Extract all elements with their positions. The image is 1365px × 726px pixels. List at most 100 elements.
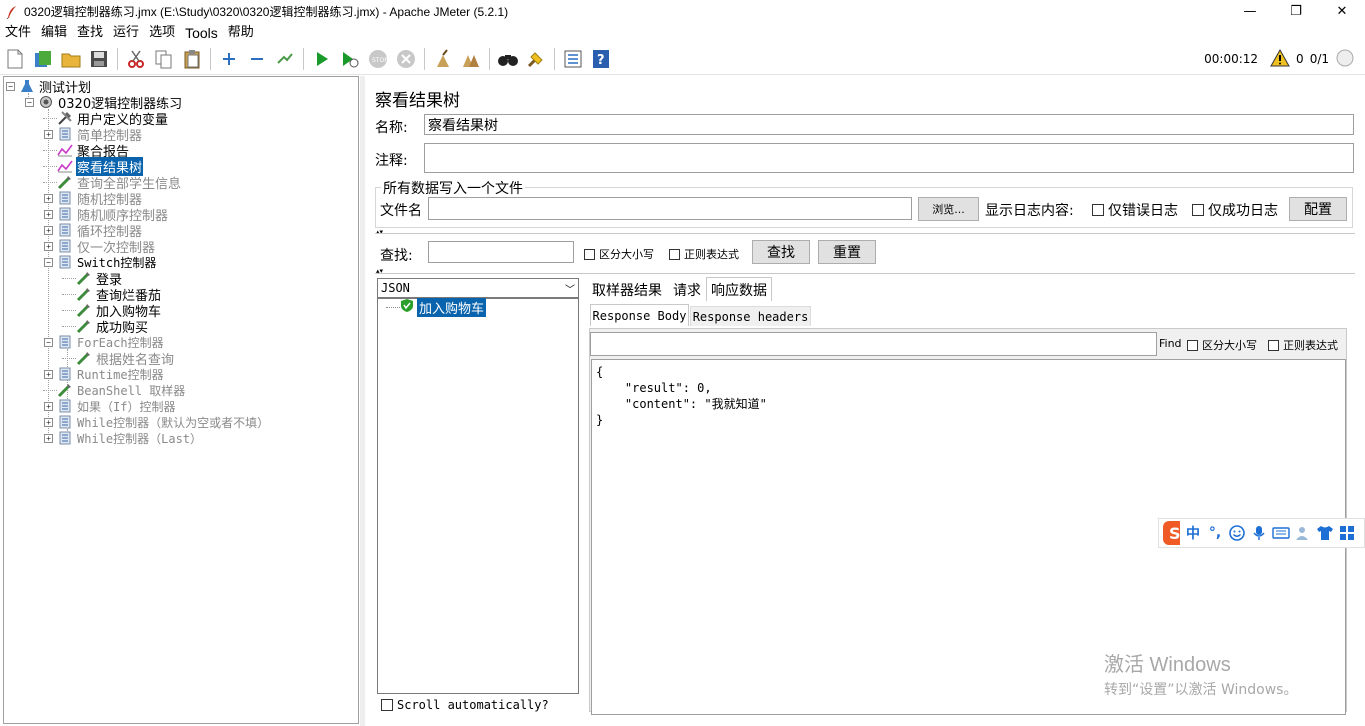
start-no-pause-icon[interactable] (338, 47, 362, 71)
comment-field[interactable] (424, 143, 1354, 173)
scroll-automatically-box[interactable] (381, 699, 393, 711)
collapse-node-icon[interactable]: − (44, 257, 53, 267)
tab-sampler-result[interactable]: 取样器结果 (589, 279, 665, 301)
menu-help[interactable]: 帮助 (223, 23, 259, 43)
start-icon[interactable] (310, 47, 334, 71)
function-helper-icon[interactable] (561, 47, 585, 71)
response-regex-box[interactable] (1268, 339, 1279, 351)
response-find-field[interactable] (590, 332, 1157, 356)
menu-file[interactable]: 文件 (0, 23, 36, 43)
clear-icon[interactable] (431, 47, 455, 71)
case-sensitive-checkbox[interactable]: 区分大小写 (584, 246, 654, 262)
copy-icon[interactable] (152, 47, 176, 71)
filename-field[interactable] (428, 197, 912, 220)
tab-response-headers[interactable]: Response headers (690, 306, 811, 326)
errors-only-box[interactable] (1092, 204, 1104, 216)
minimize-button[interactable]: — (1227, 0, 1273, 23)
errors-only-checkbox[interactable]: 仅错误日志 (1092, 200, 1178, 220)
tree-node[interactable]: + 如果（If）控制器 (44, 398, 176, 414)
expand-node-icon[interactable]: + (44, 129, 53, 139)
response-regex-label: 正则表达式 (1283, 339, 1338, 352)
chevron-down-icon[interactable]: ﹀ (565, 281, 575, 296)
maximize-button[interactable]: ❐ (1273, 0, 1319, 23)
test-plan-tree[interactable]: − 测试计划 −0320逻辑控制器练习 用户定义的变量 + 简单控制器 聚合报告 察看结果树查… (3, 76, 359, 724)
search-icon[interactable] (496, 47, 520, 71)
warning-icon[interactable] (1270, 48, 1290, 70)
emoji-icon[interactable] (1228, 524, 1246, 542)
tree-node[interactable]: + While控制器（Last） (44, 430, 203, 446)
expand-node-icon[interactable]: + (44, 433, 53, 443)
templates-icon[interactable] (31, 47, 55, 71)
ime-language-toggle[interactable]: 中 (1184, 524, 1202, 542)
menu-options[interactable]: 选项 (144, 23, 180, 43)
save-icon[interactable] (87, 47, 111, 71)
paste-icon[interactable] (180, 47, 204, 71)
watermark-title: 激活 Windows (1104, 654, 1231, 676)
collapse-node-icon[interactable]: − (44, 337, 53, 347)
success-only-checkbox[interactable]: 仅成功日志 (1192, 200, 1278, 220)
menu-search[interactable]: 查找 (72, 23, 108, 43)
response-case-checkbox[interactable]: 区分大小写 (1187, 337, 1257, 353)
shutdown-icon[interactable] (394, 47, 418, 71)
find-button[interactable]: 查找 (752, 240, 810, 264)
stop-icon[interactable]: STOP (366, 47, 390, 71)
sogou-logo-icon[interactable]: S (1162, 521, 1180, 545)
tree-node[interactable]: 成功购买 (63, 318, 149, 336)
tab-request[interactable]: 请求 (667, 279, 707, 301)
collapse-node-icon[interactable]: − (25, 97, 34, 107)
search-field[interactable] (428, 241, 574, 263)
open-icon[interactable] (59, 47, 83, 71)
reset-button[interactable]: 重置 (818, 240, 876, 264)
browse-button[interactable]: 浏览... (918, 197, 979, 221)
name-field[interactable]: 察看结果树 (424, 114, 1354, 135)
expand-node-icon[interactable]: + (44, 401, 53, 411)
tab-response-data[interactable]: 响应数据 (706, 277, 772, 301)
menu-edit[interactable]: 编辑 (36, 23, 72, 43)
expand-node-icon[interactable]: + (44, 417, 53, 427)
config-icon (57, 110, 73, 126)
reset-search-icon[interactable] (524, 47, 548, 71)
collapse-icon[interactable] (245, 47, 269, 71)
microphone-icon[interactable] (1250, 524, 1268, 542)
skin-shirt-icon[interactable] (1316, 524, 1334, 542)
renderer-select[interactable]: JSON ﹀ (377, 278, 579, 298)
collapse-node-icon[interactable]: − (6, 81, 15, 91)
activate-windows-watermark: 激活 Windows 转到“设置”以激活 Windows。 (1104, 648, 1297, 699)
regex-box[interactable] (669, 248, 680, 260)
response-case-label: 区分大小写 (1202, 339, 1257, 352)
clear-all-icon[interactable] (459, 47, 483, 71)
result-item[interactable]: 加入购物车 (400, 297, 487, 317)
response-regex-checkbox[interactable]: 正则表达式 (1268, 337, 1338, 353)
keyboard-icon[interactable] (1272, 524, 1290, 542)
success-only-box[interactable] (1192, 204, 1204, 216)
expand-node-icon[interactable]: + (44, 209, 53, 219)
toolbox-grid-icon[interactable] (1338, 524, 1356, 542)
regex-checkbox[interactable]: 正则表达式 (669, 246, 739, 262)
close-button[interactable]: ✕ (1319, 0, 1365, 23)
configure-button[interactable]: 配置 (1289, 197, 1347, 221)
tree-node-label: BeanShell 取样器 (77, 383, 186, 398)
help-icon[interactable]: ? (589, 47, 613, 71)
expand-icon[interactable] (217, 47, 241, 71)
new-icon[interactable] (3, 47, 27, 71)
expand-node-icon[interactable]: + (44, 241, 53, 251)
case-sensitive-box[interactable] (584, 248, 595, 260)
tree-node[interactable]: + While控制器（默认为空或者不填） (44, 414, 270, 430)
tree-node[interactable]: BeanShell 取样器 (44, 382, 186, 398)
expand-node-icon[interactable]: + (44, 193, 53, 203)
tree-node[interactable]: 根据姓名查询 (63, 350, 175, 368)
tab-response-body[interactable]: Response Body (590, 304, 689, 326)
cut-icon[interactable] (124, 47, 148, 71)
response-case-box[interactable] (1187, 339, 1198, 351)
expand-node-icon[interactable]: + (44, 369, 53, 379)
tree-node[interactable]: + Runtime控制器 (44, 366, 165, 382)
toggle-icon[interactable] (273, 47, 297, 71)
scroll-automatically-checkbox[interactable]: Scroll automatically? (381, 698, 549, 712)
sample-result-list[interactable]: 加入购物车 (377, 297, 579, 694)
expand-node-icon[interactable]: + (44, 225, 53, 235)
ime-punctuation-toggle[interactable]: °, (1206, 524, 1224, 542)
menu-run[interactable]: 运行 (108, 23, 144, 43)
tree-node[interactable]: + 仅一次控制器 (44, 238, 156, 256)
user-icon[interactable] (1294, 524, 1312, 542)
menu-tools[interactable]: Tools (180, 23, 223, 43)
